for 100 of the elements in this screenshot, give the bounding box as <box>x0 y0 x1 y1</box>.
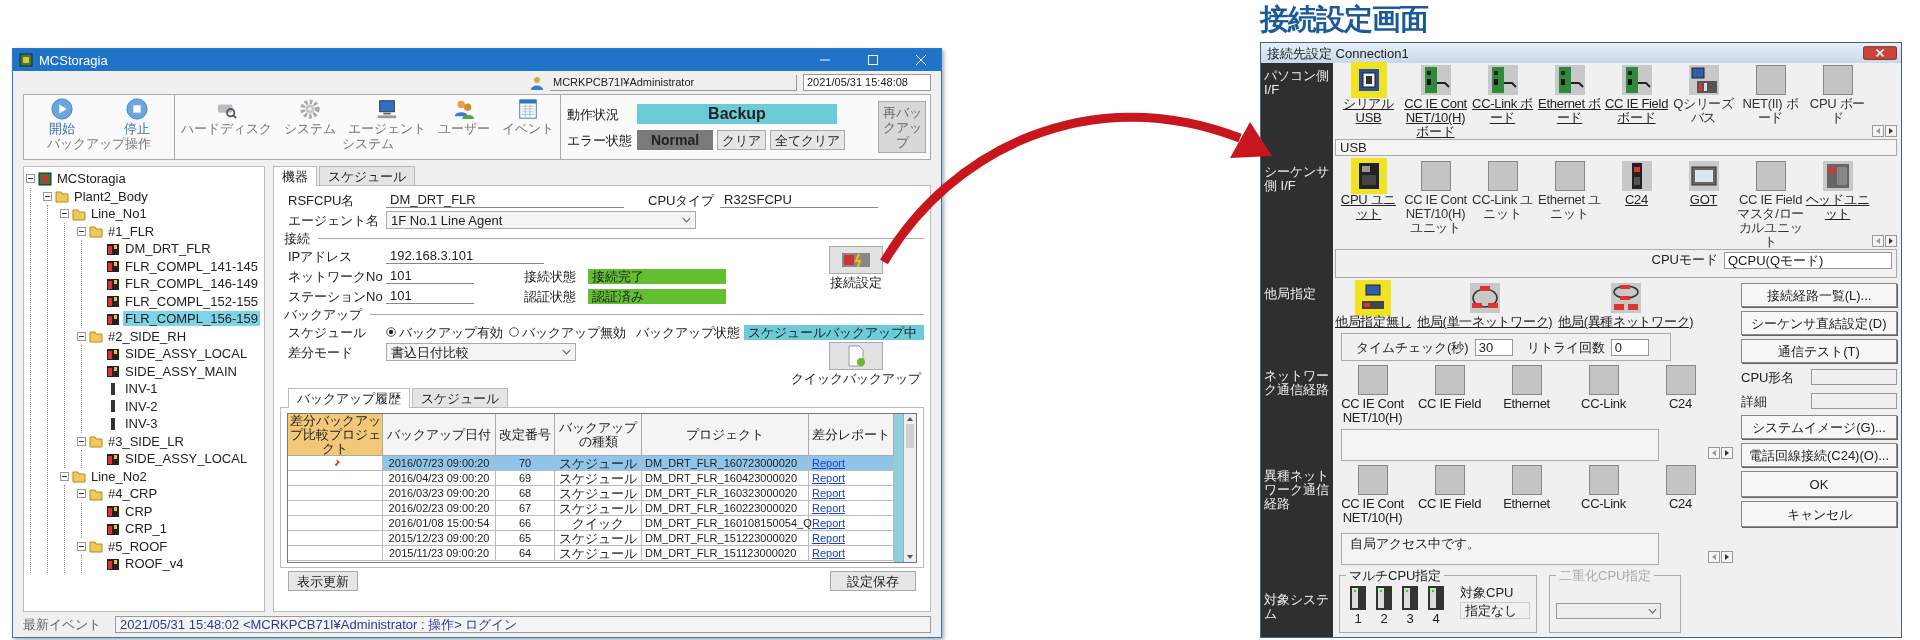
table-row[interactable]: 2015/11/23 09:00:20 64 スケジュール DM_DRT_FLR_151123000020 Report <box>288 546 894 561</box>
station-option[interactable]: 他局(単一ネットワーク) <box>1417 283 1553 329</box>
collapse-icon[interactable] <box>60 209 69 219</box>
scroll-right-icon[interactable] <box>1721 551 1733 563</box>
interface-option[interactable]: ヘッドユニット <box>1804 161 1871 221</box>
cpu-type-field[interactable]: R32SFCPU <box>720 192 878 208</box>
agent-dropdown[interactable]: 1F No.1 Line Agent <box>386 211 696 229</box>
interface-option[interactable]: Qシリーズバス <box>1670 65 1737 125</box>
tree-item[interactable]: #1_FLR <box>106 223 157 239</box>
interface-option[interactable]: シリアル USB <box>1335 65 1402 125</box>
collapse-icon[interactable] <box>77 541 86 551</box>
column-header[interactable]: プロジェクト <box>642 414 809 456</box>
tree-item[interactable]: ROOF_v4 <box>123 556 186 572</box>
toolbar-button[interactable]: イベント <box>500 95 556 136</box>
route-option[interactable]: CC IE Field <box>1416 465 1483 527</box>
radio-selected-icon[interactable] <box>386 327 396 337</box>
tree-item[interactable]: FLR_COMPL_156-159 <box>123 311 260 327</box>
interface-option[interactable]: CC IE Cont NET/10(H) ボード <box>1402 65 1469 139</box>
tab[interactable]: 機器 <box>273 166 317 186</box>
report-link[interactable]: Report <box>812 470 846 486</box>
tree-item[interactable]: INV-2 <box>123 398 160 414</box>
toolbar-button[interactable]: ハードディスク <box>179 95 274 136</box>
tree-item[interactable]: #5_ROOF <box>106 538 170 554</box>
clear-all-button[interactable]: 全てクリア <box>770 130 845 150</box>
column-header[interactable]: 差分レポート <box>809 414 894 456</box>
column-header[interactable]: 改定番号 <box>496 414 555 456</box>
interface-option[interactable]: Ethernet ボード <box>1536 65 1603 125</box>
route-option[interactable]: CC IE Field <box>1416 365 1483 427</box>
tab[interactable]: スケジュール <box>412 388 508 407</box>
collapse-icon[interactable] <box>77 489 86 499</box>
cpu-name-field[interactable]: DM_DRT_FLR <box>386 192 624 208</box>
interface-option[interactable]: CC IE Cont NET/10(H) ユニット <box>1402 161 1469 235</box>
table-row[interactable]: 2016/07/23 09:00:20 70 スケジュール DM_DRT_FLR_160723000020 Report <box>288 456 894 471</box>
collapse-icon[interactable] <box>26 174 35 184</box>
tree-item[interactable]: #2_SIDE_RH <box>106 328 189 344</box>
route-option[interactable]: C24 <box>1647 365 1714 427</box>
toolbar-button[interactable]: ユーザー <box>436 95 492 136</box>
toolbar-button[interactable]: 開始 <box>46 95 77 136</box>
table-row[interactable]: 2015/12/23 09:00:20 65 スケジュール DM_DRT_FLR_151223000020 Report <box>288 531 894 546</box>
table-row[interactable]: 2016/04/23 09:00:20 69 スケジュール DM_DRT_FLR_160423000020 Report <box>288 471 894 486</box>
route-option[interactable]: CC-Link <box>1570 365 1637 427</box>
column-header[interactable]: バックアップ日付 <box>383 414 496 456</box>
system-image-button[interactable]: システムイメージ(G)... <box>1741 415 1897 439</box>
table-row[interactable]: 2016/02/23 09:00:20 67 スケジュール DM_DRT_FLR_160223000020 Report <box>288 501 894 516</box>
report-link[interactable]: Report <box>812 530 846 546</box>
interface-option[interactable]: CC-Link ユニット <box>1469 161 1536 221</box>
clear-button[interactable]: クリア <box>717 130 766 150</box>
tree-item[interactable]: SIDE_ASSY_LOCAL <box>123 346 250 362</box>
scroll-right-icon[interactable] <box>1885 125 1897 137</box>
interface-option[interactable]: C24 <box>1603 161 1670 207</box>
phone-line-button[interactable]: 電話回線接続(C24)(O)... <box>1741 443 1897 467</box>
tree-item[interactable]: CRP_1 <box>123 521 169 537</box>
scrollbar[interactable] <box>903 414 916 562</box>
route-option[interactable]: CC-Link <box>1570 465 1637 527</box>
refresh-button[interactable]: 表示更新 <box>288 571 358 591</box>
server-slot-button[interactable]: 4 <box>1424 585 1448 626</box>
tree-item[interactable]: Line_No1 <box>89 206 149 222</box>
station-option[interactable]: 他局指定無し <box>1335 283 1412 329</box>
tree-item[interactable]: MCStoragia <box>55 171 128 187</box>
tree-item[interactable]: Line_No2 <box>89 468 149 484</box>
save-settings-button[interactable]: 設定保存 <box>830 571 916 591</box>
tree-item[interactable]: INV-1 <box>123 381 160 397</box>
report-link[interactable]: Report <box>812 545 846 561</box>
route-option[interactable]: CC IE Cont NET/10(H) <box>1339 465 1406 527</box>
close-icon[interactable] <box>1863 46 1897 60</box>
interface-option[interactable]: CPU ユニット <box>1335 161 1402 221</box>
interface-option[interactable]: Ethernet ユニット <box>1536 161 1603 221</box>
tab[interactable]: スケジュール <box>319 166 415 185</box>
connection-test-button[interactable]: 通信テスト(T) <box>1741 339 1897 363</box>
interface-option[interactable]: CC-Link ボード <box>1469 65 1536 125</box>
route-option[interactable]: Ethernet <box>1493 365 1560 427</box>
network-number-field[interactable]: 101 <box>386 268 474 284</box>
tree-item[interactable]: FLR_COMPL_146-149 <box>123 276 260 292</box>
route-option[interactable]: C24 <box>1647 465 1714 527</box>
radio-empty-icon[interactable] <box>509 327 519 337</box>
tree-item[interactable]: SIDE_ASSY_MAIN <box>123 363 239 379</box>
ip-address-field[interactable]: 192.168.3.101 <box>386 248 544 264</box>
tree-item[interactable]: INV-3 <box>123 416 160 432</box>
tree-item[interactable]: DM_DRT_FLR <box>123 241 213 257</box>
collapse-icon[interactable] <box>43 191 52 201</box>
tree-item[interactable]: SIDE_ASSY_LOCAL <box>123 451 250 467</box>
interface-option[interactable]: CPU ボード <box>1804 65 1871 125</box>
tree-item[interactable]: #4_CRP <box>106 486 160 502</box>
tab[interactable]: バックアップ履歴 <box>288 388 410 408</box>
retry-field[interactable]: 0 <box>1610 338 1649 356</box>
collapse-icon[interactable] <box>60 471 69 481</box>
interface-option[interactable]: CC IE Field ボード <box>1603 65 1670 125</box>
station-number-field[interactable]: 101 <box>386 288 474 304</box>
connection-settings-button[interactable] <box>829 246 883 274</box>
tree-item[interactable]: FLR_COMPL_152-155 <box>123 293 260 309</box>
report-link[interactable]: Report <box>812 485 846 501</box>
toolbar-button[interactable]: エージェント <box>346 95 428 136</box>
diff-mode-dropdown[interactable]: 書込日付比較 <box>386 343 576 361</box>
interface-option[interactable]: NET(II) ボード <box>1737 65 1804 125</box>
cancel-button[interactable]: キャンセル <box>1741 501 1897 527</box>
table-row[interactable]: 2016/03/23 09:00:20 68 スケジュール DM_DRT_FLR_160323000020 Report <box>288 486 894 501</box>
timecheck-field[interactable]: 30 <box>1474 338 1513 356</box>
collapse-icon[interactable] <box>77 436 86 446</box>
server-slot-button[interactable]: 3 <box>1398 585 1422 626</box>
scroll-right-icon[interactable] <box>1721 447 1733 459</box>
